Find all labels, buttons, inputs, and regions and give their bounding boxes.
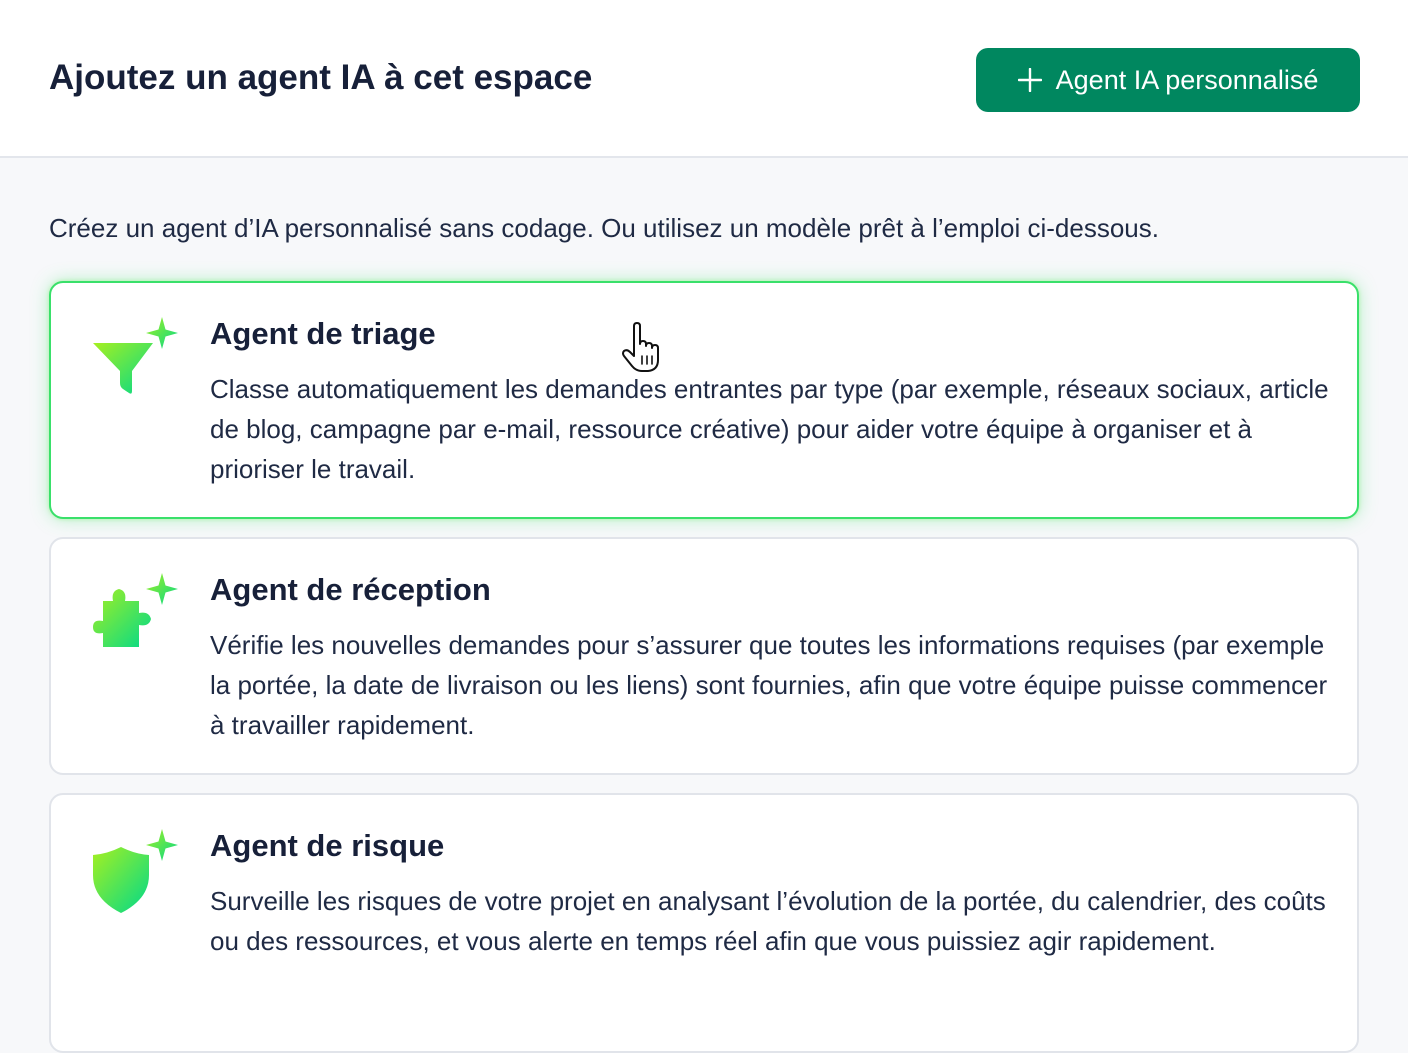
funnel-sparkle-icon (93, 317, 178, 394)
puzzle-sparkle-icon (93, 573, 178, 647)
agent-card-risk[interactable]: Agent de risque Surveille les risques de… (49, 793, 1359, 1053)
add-custom-agent-label: Agent IA personnalisé (1055, 64, 1319, 95)
agent-card-description: Surveille les risques de votre projet en… (210, 886, 1326, 956)
agent-card-title: Agent de triage (210, 316, 436, 351)
page-title: Ajoutez un agent IA à cet espace (49, 58, 593, 97)
agent-card-title: Agent de réception (210, 572, 491, 607)
intro-text: Créez un agent d’IA personnalisé sans co… (49, 213, 1159, 243)
page-header: Ajoutez un agent IA à cet espace Agent I… (0, 0, 1408, 158)
add-custom-agent-button[interactable]: Agent IA personnalisé (976, 48, 1360, 112)
plus-icon (1017, 68, 1042, 92)
agent-card-description: Classe automatiquement les demandes entr… (210, 374, 1329, 484)
hand-cursor-icon (622, 322, 659, 372)
agent-card-title: Agent de risque (210, 828, 445, 863)
shield-sparkle-icon (93, 829, 178, 913)
agent-card-triage[interactable]: Agent de triage Classe automatiquement l… (49, 281, 1359, 519)
agent-card-description: Vérifie les nouvelles demandes pour s’as… (210, 630, 1328, 740)
agent-card-reception[interactable]: Agent de réception Vérifie les nouvelles… (49, 537, 1359, 775)
